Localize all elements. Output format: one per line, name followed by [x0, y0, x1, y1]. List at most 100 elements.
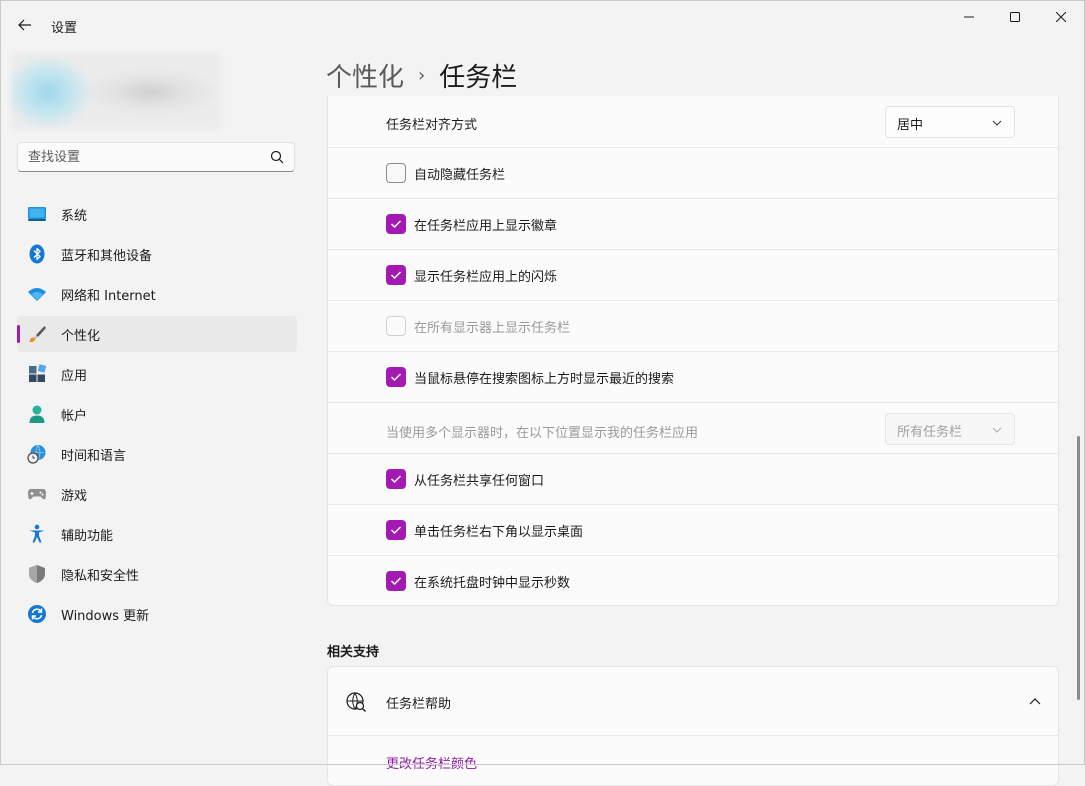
checkbox-label: 单击任务栏右下角以显示桌面 — [414, 525, 584, 540]
paintbrush-icon — [29, 326, 46, 343]
system-icon — [28, 207, 46, 221]
sidebar-item-time-language[interactable]: 时间和语言 — [17, 436, 297, 472]
share-window-row: 从任务栏共享任何窗口 — [328, 454, 1058, 505]
breadcrumb: 个性化 › 任务栏 — [326, 57, 517, 94]
auto-hide-row: 自动隐藏任务栏 — [328, 148, 1058, 199]
checkmark-icon — [390, 373, 402, 382]
all-displays-checkbox[interactable] — [386, 316, 406, 336]
checkbox-label: 自动隐藏任务栏 — [414, 168, 506, 183]
sidebar-item-accessibility[interactable]: 辅助功能 — [17, 516, 297, 552]
dropdown-value: 所有任务栏 — [897, 425, 963, 440]
user-profile[interactable] — [10, 52, 222, 130]
checkmark-icon — [390, 526, 402, 535]
checkmark-icon — [390, 220, 402, 229]
taskbar-help-label: 任务栏帮助 — [386, 697, 452, 712]
app-title: 设置 — [51, 21, 78, 36]
change-taskbar-color-link[interactable]: 更改任务栏颜色 — [386, 753, 477, 772]
taskbar-help-expander[interactable]: 任务栏帮助 — [328, 667, 1058, 736]
sidebar-item-label: 个性化 — [61, 328, 101, 344]
sidebar-item-label: 辅助功能 — [61, 528, 114, 544]
checkbox-label: 在系统托盘时钟中显示秒数 — [414, 576, 571, 591]
search-box[interactable] — [17, 142, 295, 172]
breadcrumb-parent[interactable]: 个性化 — [326, 57, 404, 94]
maximize-button[interactable] — [992, 0, 1038, 34]
checkbox-label: 当鼠标悬停在搜索图标上方时显示最近的搜索 — [414, 372, 675, 387]
sidebar-item-personalization[interactable]: 个性化 — [17, 316, 297, 352]
sidebar-item-label: 时间和语言 — [61, 448, 127, 464]
sidebar-item-windows-update[interactable]: Windows 更新 — [17, 596, 297, 632]
multi-display-row: 当使用多个显示器时，在以下位置显示我的任务栏应用 所有任务栏 — [328, 403, 1058, 454]
recent-searches-checkbox[interactable] — [386, 367, 406, 387]
maximize-icon — [1010, 12, 1020, 22]
taskbar-help-card: 任务栏帮助 更改任务栏颜色 — [327, 666, 1059, 786]
shield-icon — [29, 565, 45, 583]
time-language-icon — [27, 444, 46, 464]
close-button[interactable] — [1038, 0, 1084, 34]
sidebar-item-label: Windows 更新 — [61, 608, 150, 624]
search-icon[interactable] — [270, 150, 284, 164]
sidebar-item-bluetooth[interactable]: 蓝牙和其他设备 — [17, 236, 297, 272]
bluetooth-icon — [29, 244, 45, 264]
sidebar-item-label: 游戏 — [61, 488, 88, 504]
chevron-down-icon — [992, 120, 1002, 126]
clock-seconds-row: 在系统托盘时钟中显示秒数 — [328, 556, 1058, 605]
sidebar-item-label: 蓝牙和其他设备 — [61, 248, 153, 264]
breadcrumb-separator: › — [418, 65, 426, 86]
checkbox-label: 在所有显示器上显示任务栏 — [414, 321, 571, 336]
show-flashing-checkbox[interactable] — [386, 265, 406, 285]
wifi-icon — [28, 288, 46, 301]
sidebar-item-label: 系统 — [61, 208, 88, 224]
sidebar-item-label: 隐私和安全性 — [61, 568, 140, 584]
sidebar-item-label: 应用 — [61, 368, 88, 384]
multi-display-dropdown[interactable]: 所有任务栏 — [885, 413, 1015, 445]
show-flashing-row: 显示任务栏应用上的闪烁 — [328, 250, 1058, 301]
taskbar-behaviors-card: 任务栏对齐方式 居中 自动隐藏任务栏 在任务栏应用上显示徽章 显示任务栏应用上的… — [327, 96, 1059, 606]
sidebar-item-label: 网络和 Internet — [61, 288, 156, 304]
taskbar-alignment-dropdown[interactable]: 居中 — [885, 106, 1015, 138]
checkmark-icon — [390, 271, 402, 280]
title-bar: 设置 — [0, 0, 1085, 50]
show-badges-checkbox[interactable] — [386, 214, 406, 234]
checkmark-icon — [390, 577, 402, 586]
chevron-up-icon[interactable] — [1028, 695, 1042, 707]
sidebar-item-system[interactable]: 系统 — [17, 196, 297, 232]
checkbox-label: 从任务栏共享任何窗口 — [414, 474, 545, 489]
close-icon — [1056, 12, 1066, 22]
auto-hide-checkbox[interactable] — [386, 163, 406, 183]
minimize-button[interactable] — [946, 0, 992, 34]
clock-seconds-checkbox[interactable] — [386, 571, 406, 591]
apps-icon — [29, 364, 47, 382]
taskbar-alignment-row: 任务栏对齐方式 居中 — [328, 96, 1058, 148]
minimize-icon — [964, 16, 974, 18]
sidebar-item-gaming[interactable]: 游戏 — [17, 476, 297, 512]
checkbox-label: 在任务栏应用上显示徽章 — [414, 219, 558, 234]
sidebar-item-network[interactable]: 网络和 Internet — [17, 276, 297, 312]
checkbox-label: 显示任务栏应用上的闪烁 — [414, 270, 558, 285]
globe-search-icon — [346, 692, 366, 712]
back-button[interactable] — [14, 14, 36, 36]
gamepad-icon — [28, 489, 46, 500]
scrollbar-thumb[interactable] — [1077, 436, 1080, 700]
page-title: 任务栏 — [439, 63, 518, 93]
sidebar-item-privacy-security[interactable]: 隐私和安全性 — [17, 556, 297, 592]
show-badges-row: 在任务栏应用上显示徽章 — [328, 199, 1058, 250]
taskbar-alignment-label: 任务栏对齐方式 — [386, 118, 478, 133]
sidebar-item-accounts[interactable]: 帐户 — [17, 396, 297, 432]
sidebar-item-label: 帐户 — [61, 408, 88, 424]
accessibility-icon — [29, 524, 45, 543]
show-desktop-checkbox[interactable] — [386, 520, 406, 540]
share-window-checkbox[interactable] — [386, 469, 406, 489]
sidebar-item-apps[interactable]: 应用 — [17, 356, 297, 392]
chevron-down-icon — [992, 427, 1002, 433]
update-icon — [28, 605, 46, 623]
recent-searches-row: 当鼠标悬停在搜索图标上方时显示最近的搜索 — [328, 352, 1058, 403]
account-icon — [29, 405, 45, 423]
sidebar-nav: 系统 蓝牙和其他设备 网络和 Internet 个性化 应用 帐户 时间和语言 … — [17, 196, 297, 636]
related-support-heading: 相关支持 — [327, 645, 380, 660]
show-desktop-row: 单击任务栏右下角以显示桌面 — [328, 505, 1058, 556]
back-arrow-icon — [18, 19, 31, 31]
multi-display-label: 当使用多个显示器时，在以下位置显示我的任务栏应用 — [386, 426, 699, 441]
dropdown-value: 居中 — [897, 118, 924, 133]
checkmark-icon — [390, 475, 402, 484]
search-input[interactable] — [28, 147, 258, 167]
